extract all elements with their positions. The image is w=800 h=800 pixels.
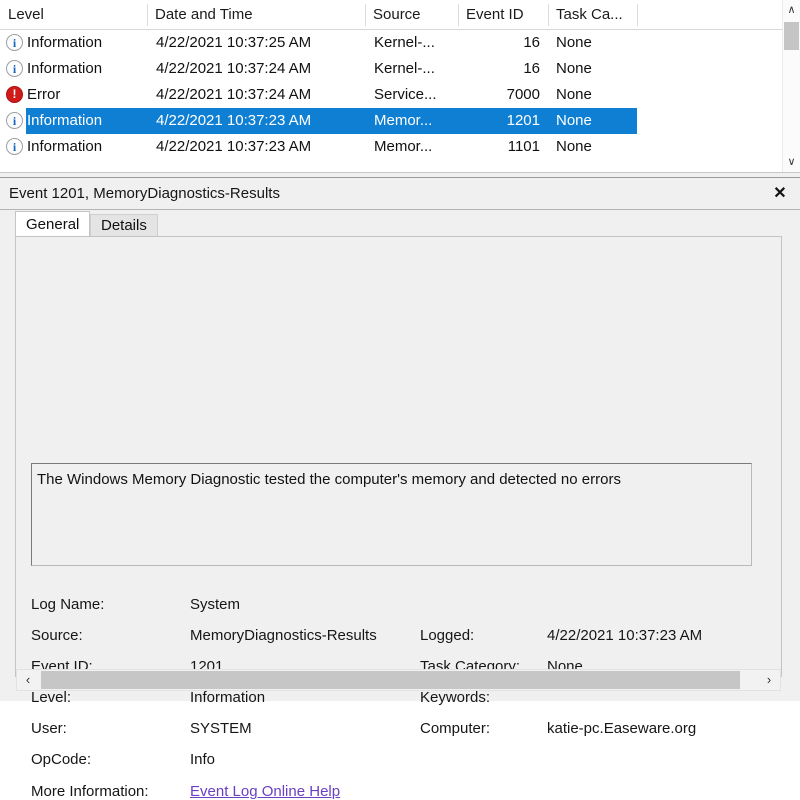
vertical-scrollbar[interactable]: ∧ ∨ (782, 0, 800, 172)
detail-title-bar: Event 1201, MemoryDiagnostics-Results ✕ (0, 178, 800, 210)
cell-source: Kernel-... (374, 56, 435, 82)
column-divider[interactable] (548, 4, 549, 26)
field-value-user: SYSTEM (190, 720, 252, 737)
cell-task-category: None (556, 108, 592, 134)
cell-event-id: 1101 (458, 134, 540, 160)
event-description-box[interactable]: The Windows Memory Diagnostic tested the… (31, 463, 752, 566)
table-row[interactable]: i Information 4/22/2021 10:37:25 AM Kern… (0, 30, 782, 56)
column-header-level[interactable]: Level (0, 0, 147, 29)
event-detail-pane: Event 1201, MemoryDiagnostics-Results ✕ … (0, 178, 800, 701)
cell-level: Error (27, 82, 60, 108)
column-header-source[interactable]: Source (365, 0, 458, 29)
scroll-down-icon[interactable]: ∨ (783, 152, 800, 172)
field-label-more-information: More Information: (31, 783, 149, 800)
field-value-computer: katie-pc.Easeware.org (547, 720, 696, 737)
column-header-event-id[interactable]: Event ID (458, 0, 548, 29)
field-label-source: Source: (31, 627, 83, 644)
page-title: Event 1201, MemoryDiagnostics-Results (9, 178, 280, 209)
cell-date-and-time: 4/22/2021 10:37:23 AM (156, 108, 311, 134)
column-divider[interactable] (147, 4, 148, 26)
cell-level: Information (27, 134, 102, 160)
cell-level: Information (27, 30, 102, 56)
cell-date-and-time: 4/22/2021 10:37:24 AM (156, 56, 311, 82)
field-value-source: MemoryDiagnostics-Results (190, 627, 377, 644)
information-icon: i (6, 34, 23, 51)
information-icon: i (6, 60, 23, 77)
cell-source: Kernel-... (374, 30, 435, 56)
field-value-level: Information (190, 689, 265, 706)
cell-date-and-time: 4/22/2021 10:37:25 AM (156, 30, 311, 56)
horizontal-scrollbar-thumb[interactable] (41, 671, 740, 689)
information-icon: i (6, 138, 23, 155)
scroll-right-icon[interactable]: › (758, 670, 780, 690)
event-list-rows: i Information 4/22/2021 10:37:25 AM Kern… (0, 30, 782, 172)
cell-date-and-time: 4/22/2021 10:37:24 AM (156, 82, 311, 108)
field-label-logged: Logged: (420, 627, 474, 644)
tab-general[interactable]: General (15, 211, 90, 237)
field-label-keywords: Keywords: (420, 689, 490, 706)
cell-level: Information (27, 56, 102, 82)
tab-panel-general (15, 237, 782, 677)
error-icon: ! (6, 86, 23, 103)
scroll-up-icon[interactable]: ∧ (783, 0, 800, 20)
cell-source: Service... (374, 82, 437, 108)
scroll-left-icon[interactable]: ‹ (17, 670, 39, 690)
field-label-opcode: OpCode: (31, 751, 91, 768)
horizontal-scrollbar[interactable]: ‹ › (16, 669, 781, 691)
column-divider[interactable] (637, 4, 638, 26)
tab-details[interactable]: Details (90, 214, 158, 237)
field-value-log-name: System (190, 596, 240, 613)
cell-source: Memor... (374, 108, 432, 134)
cell-task-category: None (556, 56, 592, 82)
row-selection-highlight (26, 108, 637, 134)
cell-event-id: 16 (458, 56, 540, 82)
event-list-pane: Level Date and Time Source Event ID Task… (0, 0, 800, 172)
information-icon: i (6, 112, 23, 129)
cell-source: Memor... (374, 134, 432, 160)
field-label-level: Level: (31, 689, 71, 706)
column-divider[interactable] (458, 4, 459, 26)
cell-event-id: 16 (458, 30, 540, 56)
cell-task-category: None (556, 30, 592, 56)
column-header-date-and-time[interactable]: Date and Time (147, 0, 365, 29)
close-icon[interactable]: ✕ (768, 182, 792, 206)
field-value-logged: 4/22/2021 10:37:23 AM (547, 627, 702, 644)
column-header-task-category[interactable]: Task Ca... (548, 0, 637, 29)
table-row[interactable]: ! Error 4/22/2021 10:37:24 AM Service...… (0, 82, 782, 108)
field-label-computer: Computer: (420, 720, 490, 737)
cell-task-category: None (556, 82, 592, 108)
table-row-selected[interactable]: i Information 4/22/2021 10:37:23 AM Memo… (0, 108, 782, 134)
event-list-header: Level Date and Time Source Event ID Task… (0, 0, 782, 30)
field-label-log-name: Log Name: (31, 596, 104, 613)
tabstrip: General Details (0, 211, 800, 237)
field-value-opcode: Info (190, 751, 215, 768)
table-row[interactable]: i Information 4/22/2021 10:37:23 AM Memo… (0, 134, 782, 160)
cell-level: Information (27, 108, 102, 134)
vertical-scrollbar-thumb[interactable] (784, 22, 799, 50)
cell-date-and-time: 4/22/2021 10:37:23 AM (156, 134, 311, 160)
event-description-text: The Windows Memory Diagnostic tested the… (37, 470, 745, 490)
column-divider[interactable] (365, 4, 366, 26)
table-row[interactable]: i Information 4/22/2021 10:37:24 AM Kern… (0, 56, 782, 82)
cell-event-id: 1201 (458, 108, 540, 134)
event-log-online-help-link[interactable]: Event Log Online Help (190, 783, 340, 800)
cell-event-id: 7000 (458, 82, 540, 108)
field-label-user: User: (31, 720, 67, 737)
cell-task-category: None (556, 134, 592, 160)
